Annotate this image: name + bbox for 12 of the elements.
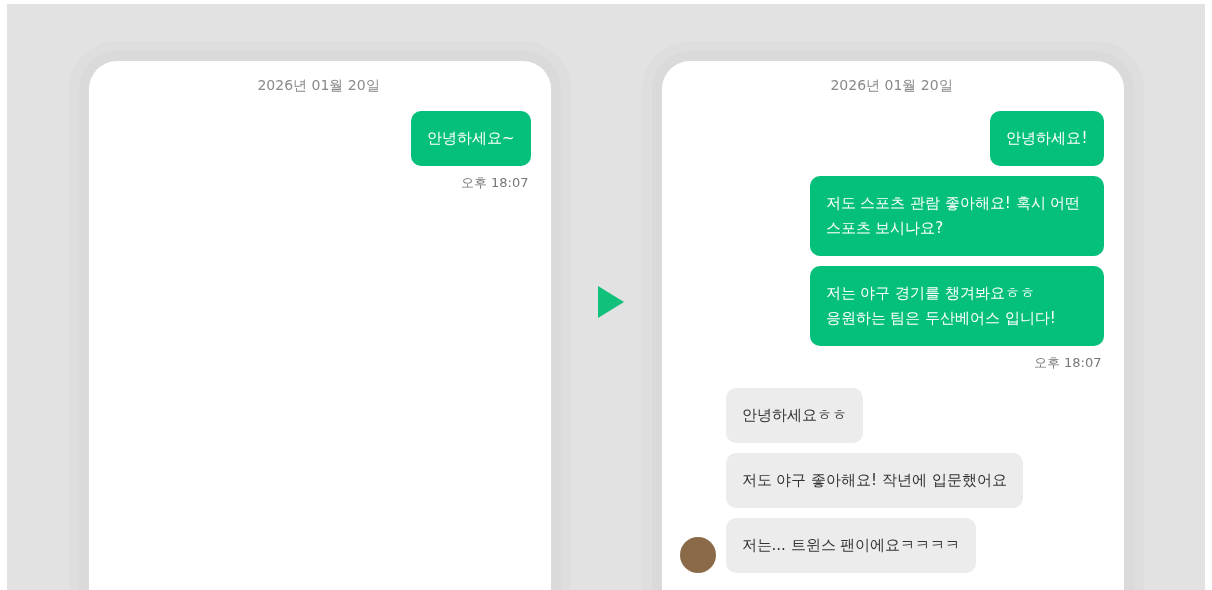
sent-message: 저는 야구 경기를 챙겨봐요ㅎㅎ 응원하는 팀은 두산베어스 입니다! — [809, 266, 1104, 346]
message-time: 오후 18:07 — [459, 174, 529, 192]
received-message: 안녕하세요ㅎㅎ — [725, 388, 863, 443]
sent-message: 저도 스포츠 관람 좋아해요! 혹시 어떤 스포츠 보시나요? — [809, 176, 1104, 256]
received-message: 저도 야구 좋아해요! 작년에 입문했어요 — [725, 453, 1023, 508]
received-message: 저는... 트윈스 팬이에요ㅋㅋㅋㅋ — [725, 518, 977, 573]
sent-message: 안녕하세요! — [990, 111, 1104, 166]
chat-date: 2026년 01월 20일 — [829, 77, 954, 95]
chat-date: 2026년 01월 20일 — [256, 77, 381, 95]
message-time: 오후 18:07 — [1032, 354, 1102, 372]
sent-message: 안녕하세요~ — [410, 111, 531, 166]
play-arrow-icon — [597, 286, 624, 318]
